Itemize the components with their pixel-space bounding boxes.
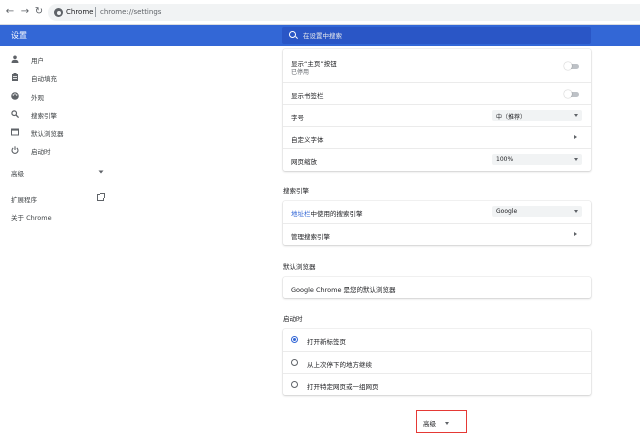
- page-zoom-label: 网页缩放: [291, 158, 317, 166]
- dropdown-arrow-icon: [574, 210, 578, 213]
- appearance-card: 显示“主页”按钮 已停用 显示书签栏 字号 中（推荐） 自定义字体 网页缩放 1…: [283, 49, 591, 171]
- startup-option-label: 打开特定网页或一组网页: [307, 383, 379, 391]
- sidebar-item-on-startup[interactable]: 启动时: [0, 142, 130, 158]
- power-icon: [11, 146, 19, 154]
- sidebar-item-label: 用户: [31, 57, 44, 65]
- sidebar-item-label: 自动填充: [31, 75, 57, 83]
- back-arrow-icon[interactable]: ←: [4, 6, 16, 18]
- browser-toolbar: ← → ↻ Chrome chrome://settings: [0, 0, 640, 25]
- sidebar-item-default-browser[interactable]: 默认浏览器: [0, 124, 130, 140]
- startup-option-specific-pages[interactable]: 打开特定网页或一组网页: [283, 373, 591, 395]
- sidebar-item-label: 默认浏览器: [31, 130, 64, 138]
- chrome-page-icon: [54, 8, 63, 17]
- home-button-toggle[interactable]: [564, 62, 579, 70]
- manage-search-engines-label: 管理搜索引擎: [291, 233, 330, 241]
- person-icon: [11, 55, 19, 63]
- dropdown-arrow-icon: [574, 114, 578, 117]
- bookmarks-bar-label: 显示书签栏: [291, 92, 324, 100]
- bookmarks-bar-toggle[interactable]: [564, 90, 579, 98]
- manage-search-engines-row[interactable]: 管理搜索引擎: [283, 223, 591, 245]
- home-button-row[interactable]: 显示“主页”按钮 已停用: [283, 49, 591, 81]
- startup-option-label: 从上次停下的地方继续: [307, 361, 372, 369]
- font-size-value: 中（推荐）: [496, 114, 527, 121]
- startup-card: 打开新标签页 从上次停下的地方继续 打开特定网页或一组网页: [283, 329, 591, 395]
- chevron-down-icon[interactable]: [98, 169, 104, 175]
- home-button-status: 已停用: [291, 69, 310, 76]
- default-browser-section-title: 默认浏览器: [283, 263, 316, 271]
- search-engine-card: 地址栏中使用的搜索引擎 Google 管理搜索引擎: [283, 201, 591, 245]
- url-text[interactable]: chrome://settings: [100, 8, 161, 16]
- startup-option-new-tab[interactable]: 打开新标签页: [283, 329, 591, 351]
- font-size-label: 字号: [291, 114, 304, 122]
- reload-icon[interactable]: ↻: [33, 6, 45, 18]
- radio-button[interactable]: [291, 359, 298, 366]
- radio-button[interactable]: [291, 381, 298, 388]
- sidebar-item-people[interactable]: 用户: [0, 51, 130, 67]
- address-bar-engine-label: 地址栏中使用的搜索引擎: [291, 208, 363, 218]
- startup-option-label: 打开新标签页: [307, 338, 346, 346]
- page-zoom-value: 100%: [496, 156, 514, 163]
- font-size-select[interactable]: 中（推荐）: [492, 110, 582, 121]
- page-title: 设置: [11, 31, 27, 40]
- chevron-down-icon: [445, 422, 449, 425]
- sidebar-about-chrome[interactable]: 关于 Chrome: [11, 212, 52, 222]
- search-icon: [11, 110, 19, 118]
- settings-search-box[interactable]: [282, 27, 591, 44]
- search-engine-section-title: 搜索引擎: [283, 187, 309, 195]
- sidebar-item-search-engine[interactable]: 搜索引擎: [0, 106, 130, 122]
- chevron-right-icon: [574, 232, 577, 236]
- default-browser-status: Google Chrome 是您的默认浏览器: [291, 286, 396, 294]
- sidebar-item-label: 外观: [31, 94, 44, 102]
- bookmarks-bar-row[interactable]: 显示书签栏: [283, 82, 591, 104]
- dropdown-arrow-icon: [574, 158, 578, 161]
- advanced-button-label: 高级: [423, 420, 436, 428]
- startup-option-continue[interactable]: 从上次停下的地方继续: [283, 351, 591, 373]
- settings-header: 设置: [0, 25, 640, 46]
- page-zoom-select[interactable]: 100%: [492, 154, 582, 165]
- search-engine-value: Google: [496, 208, 518, 215]
- default-browser-card: Google Chrome 是您的默认浏览器: [283, 277, 591, 298]
- search-engine-select[interactable]: Google: [492, 206, 582, 217]
- palette-icon: [11, 92, 19, 100]
- startup-section-title: 启动时: [283, 315, 303, 323]
- address-bar-link[interactable]: 地址栏: [291, 210, 311, 218]
- sidebar-extensions[interactable]: 扩展程序: [11, 194, 37, 204]
- browser-icon: [11, 128, 19, 136]
- settings-search-input[interactable]: [303, 29, 583, 42]
- forward-arrow-icon[interactable]: →: [19, 6, 31, 18]
- site-label: Chrome: [66, 8, 94, 16]
- clipboard-icon: [12, 73, 18, 81]
- custom-fonts-row[interactable]: 自定义字体: [283, 126, 591, 148]
- custom-fonts-label: 自定义字体: [291, 136, 324, 144]
- sidebar-item-autofill[interactable]: 自动填充: [0, 69, 130, 85]
- radio-button-selected[interactable]: [291, 336, 298, 343]
- sidebar-item-label: 搜索引擎: [31, 112, 57, 120]
- sidebar-item-appearance[interactable]: 外观: [0, 88, 130, 104]
- open-in-new-icon[interactable]: [97, 193, 105, 201]
- sidebar-item-label: 启动时: [31, 148, 51, 156]
- advanced-button[interactable]: 高级: [416, 410, 467, 433]
- address-bar-engine-row: 地址栏中使用的搜索引擎 Google: [283, 201, 591, 223]
- omnibox-divider: [95, 7, 96, 17]
- sidebar-advanced[interactable]: 高级: [11, 168, 24, 178]
- font-size-row: 字号 中（推荐）: [283, 104, 591, 126]
- address-bar[interactable]: Chrome chrome://settings: [48, 4, 640, 21]
- page-zoom-row: 网页缩放 100%: [283, 148, 591, 170]
- chevron-right-icon: [574, 135, 577, 139]
- address-bar-engine-text: 中使用的搜索引擎: [310, 210, 363, 218]
- search-icon: [289, 31, 296, 38]
